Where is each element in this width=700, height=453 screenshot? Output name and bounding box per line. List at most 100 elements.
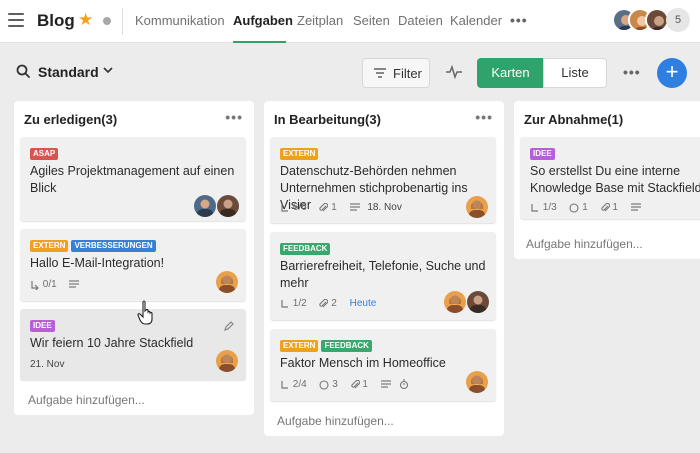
task-card[interactable]: FEEDBACK Barrierefreiheit, Telefonie, Su… bbox=[270, 232, 496, 320]
avatar bbox=[216, 271, 238, 293]
view-selector-label[interactable]: Standard bbox=[38, 64, 99, 80]
description-icon bbox=[349, 203, 360, 212]
task-meta: 6/6 1 18. Nov bbox=[280, 202, 407, 214]
tag-feedback: FEEDBACK bbox=[321, 340, 372, 352]
description-icon bbox=[380, 380, 391, 389]
due-date: 21. Nov bbox=[30, 359, 65, 370]
comment-count: 3 bbox=[332, 379, 338, 390]
attachment-count: 1 bbox=[362, 379, 368, 390]
status-dot-icon bbox=[103, 17, 111, 25]
subtask-count: 2/4 bbox=[292, 379, 307, 390]
task-title: Barrierefreiheit, Telefonie, Suche und m… bbox=[280, 259, 486, 290]
more-options-icon[interactable]: ••• bbox=[623, 64, 641, 80]
add-task-link[interactable]: Aufgabe hinzufügen... bbox=[28, 393, 145, 407]
column-zu-erledigen: Zu erledigen(3) ••• ASAP Agiles Projektm… bbox=[14, 101, 254, 415]
task-title: Wir feiern 10 Jahre Stackfield bbox=[30, 336, 194, 350]
filter-button[interactable]: Filter bbox=[362, 58, 430, 88]
top-navigation-bar: Blog ★ Kommunikation Aufgaben Zeitplan S… bbox=[0, 0, 700, 43]
avatar bbox=[466, 371, 488, 393]
edit-pencil-icon[interactable] bbox=[224, 321, 234, 331]
tag-idee: IDEE bbox=[30, 320, 55, 332]
chevron-down-icon[interactable] bbox=[102, 64, 114, 76]
column-zur-abnahme: Zur Abnahme(1) IDEE So erstellst Du eine… bbox=[514, 101, 700, 259]
task-title: Hallo E-Mail-Integration! bbox=[30, 256, 165, 270]
column-title: Zu erledigen(3) bbox=[24, 112, 118, 127]
tag-asap: ASAP bbox=[30, 148, 59, 160]
description-icon bbox=[69, 280, 80, 289]
tab-kalender[interactable]: Kalender bbox=[450, 13, 502, 28]
tag-extern: EXTERN bbox=[30, 240, 69, 252]
add-task-link[interactable]: Aufgabe hinzufügen... bbox=[526, 237, 643, 251]
column-title: Zur Abnahme(1) bbox=[524, 112, 624, 127]
avatar bbox=[194, 195, 216, 217]
search-icon[interactable] bbox=[16, 64, 30, 78]
comment-icon bbox=[569, 202, 580, 213]
menu-icon[interactable] bbox=[8, 13, 24, 27]
subtask-count: 0/1 bbox=[42, 279, 57, 290]
member-count-badge[interactable]: 5 bbox=[666, 8, 690, 32]
subtask-icon bbox=[281, 203, 288, 212]
tab-dateien[interactable]: Dateien bbox=[398, 13, 443, 28]
add-task-link[interactable]: Aufgabe hinzufügen... bbox=[277, 414, 394, 428]
attachment-icon bbox=[319, 298, 329, 307]
tag-verbesserungen: VERBESSERUNGEN bbox=[71, 240, 156, 252]
tab-zeitplan[interactable]: Zeitplan bbox=[297, 13, 343, 28]
task-meta: 1/2 2 Heute bbox=[280, 298, 381, 310]
avatar bbox=[466, 196, 488, 218]
due-date: 18. Nov bbox=[367, 202, 402, 214]
task-meta: 21. Nov bbox=[30, 359, 69, 371]
tag-extern: EXTERN bbox=[280, 340, 319, 352]
tab-kommunikation[interactable]: Kommunikation bbox=[135, 13, 225, 28]
task-meta: 0/1 bbox=[30, 279, 84, 291]
task-card[interactable]: ASAP Agiles Projektmanagement auf einen … bbox=[20, 137, 246, 221]
attachment-count: 2 bbox=[331, 298, 337, 309]
add-task-button[interactable]: + bbox=[657, 58, 687, 88]
tab-aufgaben[interactable]: Aufgaben bbox=[233, 13, 293, 28]
avatar bbox=[467, 291, 489, 313]
timer-icon bbox=[399, 379, 408, 390]
comment-count: 1 bbox=[582, 202, 588, 213]
avatar bbox=[444, 291, 466, 313]
attachment-icon bbox=[350, 379, 360, 388]
column-more-icon[interactable]: ••• bbox=[225, 109, 243, 125]
task-meta: 1/3 1 1 bbox=[530, 202, 646, 214]
favorite-star-icon[interactable]: ★ bbox=[78, 10, 93, 30]
task-card[interactable]: IDEE So erstellst Du eine interne Knowle… bbox=[520, 137, 700, 219]
cards-view-button[interactable]: Karten bbox=[477, 58, 544, 88]
avatar bbox=[217, 195, 239, 217]
task-title: Agiles Projektmanagement auf einen Blick bbox=[30, 164, 235, 195]
subtask-count: 1/3 bbox=[542, 202, 557, 213]
comment-icon bbox=[319, 379, 330, 390]
attachment-count: 1 bbox=[331, 202, 337, 213]
filter-icon bbox=[374, 68, 386, 78]
subtask-count: 1/2 bbox=[292, 298, 307, 309]
task-card[interactable]: EXTERN FEEDBACK Faktor Mensch im Homeoffi… bbox=[270, 329, 496, 401]
attachment-icon bbox=[600, 202, 610, 211]
activity-icon[interactable] bbox=[446, 65, 462, 79]
task-card[interactable]: EXTERN VERBESSERUNGEN Hallo E-Mail-Integr… bbox=[20, 229, 246, 301]
room-title: Blog bbox=[37, 11, 75, 30]
task-card[interactable]: IDEE Wir feiern 10 Jahre Stackfield 21. … bbox=[20, 309, 246, 380]
tag-extern: EXTERN bbox=[280, 148, 319, 160]
task-title: Faktor Mensch im Homeoffice bbox=[280, 356, 446, 370]
avatar bbox=[216, 350, 238, 372]
tab-seiten[interactable]: Seiten bbox=[353, 13, 390, 28]
filter-label: Filter bbox=[393, 66, 422, 81]
subtask-icon bbox=[531, 203, 538, 212]
column-title: In Bearbeitung(3) bbox=[274, 112, 381, 127]
column-in-bearbeitung: In Bearbeitung(3) ••• EXTERN Datenschutz… bbox=[264, 101, 504, 436]
subtask-icon bbox=[31, 280, 39, 291]
column-more-icon[interactable]: ••• bbox=[475, 109, 493, 125]
due-date: Heute bbox=[349, 298, 377, 310]
description-icon bbox=[630, 203, 641, 212]
hand-cursor-icon bbox=[137, 300, 153, 325]
task-title: So erstellst Du eine interne Knowledge B… bbox=[530, 164, 700, 195]
task-card[interactable]: EXTERN Datenschutz-Behörden nehmen Unter… bbox=[270, 137, 496, 223]
list-view-button[interactable]: Liste bbox=[543, 58, 607, 88]
more-tabs-icon[interactable]: ••• bbox=[510, 12, 528, 28]
subtask-icon bbox=[281, 299, 288, 308]
task-meta: 2/4 3 1 bbox=[280, 379, 414, 391]
attachment-icon bbox=[319, 202, 329, 211]
tag-idee: IDEE bbox=[530, 148, 555, 160]
active-tab-indicator bbox=[233, 41, 286, 43]
